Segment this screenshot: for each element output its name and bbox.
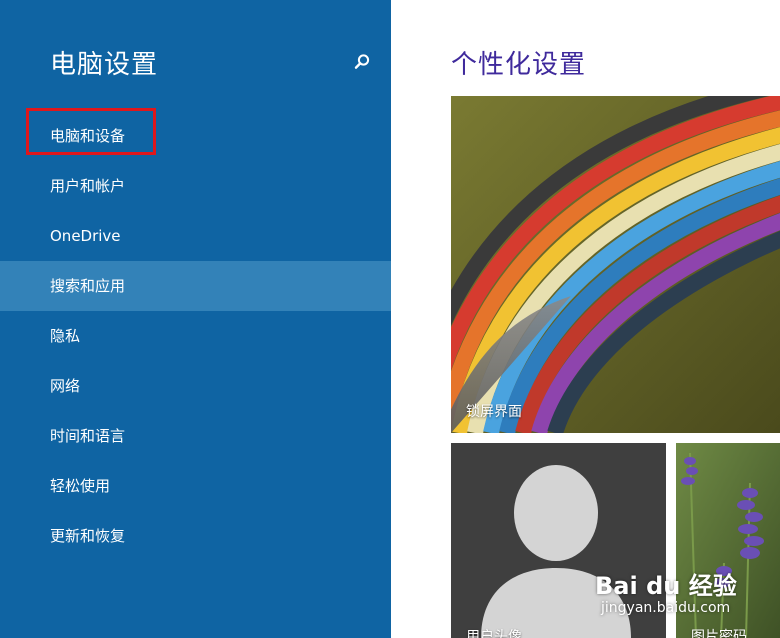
sidebar-item-privacy[interactable]: 隐私	[0, 311, 391, 361]
lock-screen-tile[interactable]: 锁屏界面	[451, 96, 780, 433]
lock-screen-label: 锁屏界面	[466, 404, 522, 420]
account-picture-label: 用户头像	[466, 629, 522, 638]
sidebar-item-label: 轻松使用	[50, 477, 111, 495]
sidebar-item-network[interactable]: 网络	[0, 361, 391, 411]
main-panel: 个性化设置 锁屏界面 用户头像 图片密码	[391, 0, 780, 638]
sidebar-item-pc-and-devices[interactable]: 电脑和设备	[0, 111, 391, 161]
sidebar-item-onedrive[interactable]: OneDrive	[0, 211, 391, 261]
sidebar-item-label: 更新和恢复	[50, 527, 126, 545]
account-picture-tile[interactable]: 用户头像	[451, 443, 666, 638]
search-button[interactable]	[352, 52, 372, 72]
sidebar-item-label: 电脑和设备	[50, 127, 126, 145]
lavender-image	[676, 443, 780, 638]
sidebar: 电脑设置 电脑和设备 用户和帐户 OneDrive 搜索和应用 隐私 网络 时间…	[0, 0, 391, 638]
sidebar-item-label: 网络	[50, 377, 81, 395]
sidebar-item-time-and-language[interactable]: 时间和语言	[0, 411, 391, 461]
sidebar-item-label: 用户和帐户	[50, 177, 126, 195]
page-title: 个性化设置	[451, 50, 587, 80]
user-avatar-icon	[451, 443, 666, 638]
picture-password-label: 图片密码	[691, 629, 747, 638]
search-icon	[354, 54, 370, 69]
picture-password-tile[interactable]: 图片密码	[676, 443, 780, 638]
sidebar-item-label: OneDrive	[50, 227, 121, 245]
sidebar-item-label: 搜索和应用	[50, 277, 126, 295]
sidebar-item-accounts[interactable]: 用户和帐户	[0, 161, 391, 211]
sidebar-title: 电脑设置	[50, 50, 159, 80]
sidebar-item-label: 隐私	[50, 327, 81, 345]
lock-screen-image	[451, 96, 780, 433]
sidebar-item-search-and-apps[interactable]: 搜索和应用	[0, 261, 391, 311]
sidebar-item-label: 时间和语言	[50, 427, 126, 445]
sidebar-nav: 电脑和设备 用户和帐户 OneDrive 搜索和应用 隐私 网络 时间和语言 轻…	[0, 111, 391, 561]
pc-settings-window: 电脑设置 电脑和设备 用户和帐户 OneDrive 搜索和应用 隐私 网络 时间…	[0, 0, 780, 638]
sidebar-item-update-and-recovery[interactable]: 更新和恢复	[0, 511, 391, 561]
sidebar-item-ease-of-access[interactable]: 轻松使用	[0, 461, 391, 511]
